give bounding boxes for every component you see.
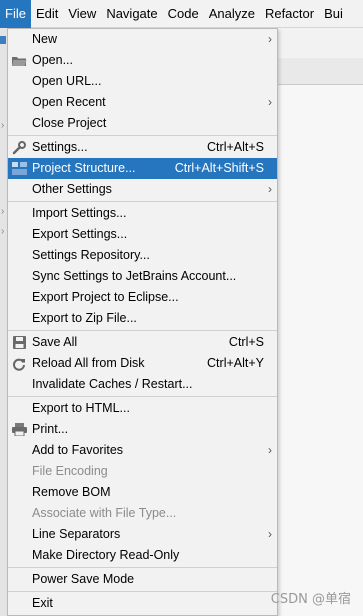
chevron-right-icon: ›: [1, 226, 5, 237]
menu-file[interactable]: File: [0, 0, 31, 28]
menu-item-line-separators[interactable]: Line Separators ›: [8, 524, 277, 545]
menu-item-export-html[interactable]: Export to HTML...: [8, 398, 277, 419]
chevron-right-icon: ›: [268, 182, 272, 196]
menu-code[interactable]: Code: [163, 0, 204, 28]
menu-item-export-zip[interactable]: Export to Zip File...: [8, 308, 277, 329]
chevron-right-icon: ›: [268, 95, 272, 109]
refresh-icon: [11, 356, 27, 371]
menu-item-project-structure[interactable]: Project Structure... Ctrl+Alt+Shift+S: [8, 158, 277, 179]
watermark: CSDN @单宿: [270, 592, 351, 607]
menu-item-add-favorites[interactable]: Add to Favorites ›: [8, 440, 277, 461]
menu-item-make-read-only[interactable]: Make Directory Read-Only: [8, 545, 277, 566]
menu-item-exit[interactable]: Exit: [8, 593, 277, 614]
folder-icon: [11, 53, 27, 68]
menu-analyze[interactable]: Analyze: [204, 0, 260, 28]
menu-item-export-eclipse[interactable]: Export Project to Eclipse...: [8, 287, 277, 308]
chevron-right-icon: ›: [1, 206, 5, 217]
menu-bar: File Edit View Navigate Code Analyze Ref…: [0, 0, 363, 28]
menu-view[interactable]: View: [63, 0, 101, 28]
menu-item-open[interactable]: Open...: [8, 50, 277, 71]
menu-item-import-settings[interactable]: Import Settings...: [8, 203, 277, 224]
project-icon: [0, 36, 6, 44]
chevron-right-icon: ›: [268, 443, 272, 457]
menu-item-remove-bom[interactable]: Remove BOM: [8, 482, 277, 503]
menu-edit[interactable]: Edit: [31, 0, 63, 28]
chevron-right-icon: ›: [1, 120, 5, 131]
menu-item-file-encoding[interactable]: File Encoding: [8, 461, 277, 482]
menu-item-open-url[interactable]: Open URL...: [8, 71, 277, 92]
floppy-disk-icon: [11, 335, 27, 350]
menu-item-close-project[interactable]: Close Project: [8, 113, 277, 134]
project-structure-icon: [11, 161, 27, 176]
file-menu-dropdown: New › Open... Open URL... Open Recent › …: [7, 28, 278, 616]
menu-item-power-save[interactable]: Power Save Mode: [8, 569, 277, 590]
menu-navigate[interactable]: Navigate: [101, 0, 162, 28]
printer-icon: [11, 422, 27, 437]
menu-item-invalidate-caches[interactable]: Invalidate Caches / Restart...: [8, 374, 277, 395]
menu-item-associate-file-type[interactable]: Associate with File Type...: [8, 503, 277, 524]
wrench-icon: [11, 140, 27, 155]
chevron-right-icon: ›: [268, 32, 272, 46]
menu-build[interactable]: Bui: [319, 0, 348, 28]
menu-item-settings[interactable]: Settings... Ctrl+Alt+S: [8, 137, 277, 158]
menu-item-open-recent[interactable]: Open Recent ›: [8, 92, 277, 113]
menu-item-export-settings[interactable]: Export Settings...: [8, 224, 277, 245]
menu-item-other-settings[interactable]: Other Settings ›: [8, 179, 277, 200]
menu-refactor[interactable]: Refactor: [260, 0, 319, 28]
menu-item-sync-settings[interactable]: Sync Settings to JetBrains Account...: [8, 266, 277, 287]
menu-item-reload-all[interactable]: Reload All from Disk Ctrl+Alt+Y: [8, 353, 277, 374]
menu-item-save-all[interactable]: Save All Ctrl+S: [8, 332, 277, 353]
menu-item-print[interactable]: Print...: [8, 419, 277, 440]
chevron-right-icon: ›: [268, 527, 272, 541]
menu-item-new[interactable]: New ›: [8, 29, 277, 50]
menu-item-settings-repository[interactable]: Settings Repository...: [8, 245, 277, 266]
